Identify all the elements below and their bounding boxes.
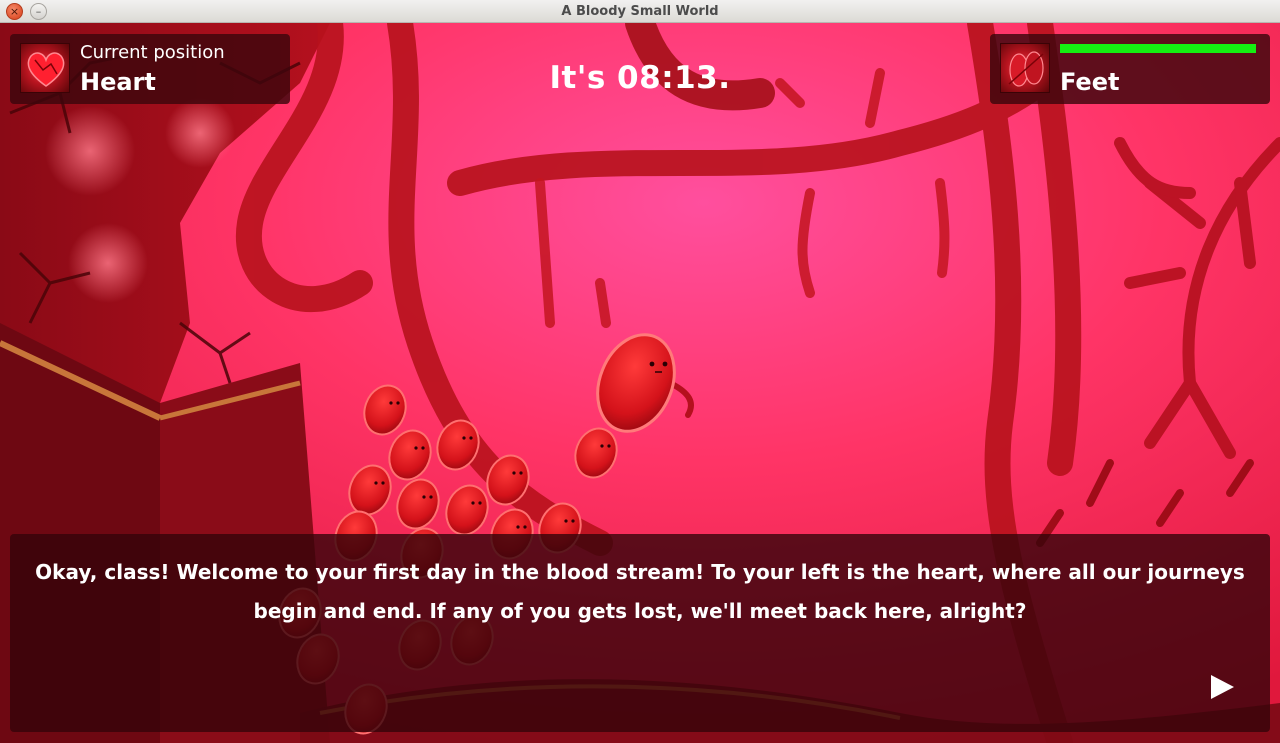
destination-panel: Feet (990, 34, 1270, 104)
minimize-window-button[interactable]: – (30, 3, 47, 20)
feet-thumbnail-icon (1000, 43, 1050, 93)
close-icon: × (9, 5, 20, 18)
position-value: Heart (80, 68, 156, 96)
game-window: × – A Bloody Small World Current positio… (0, 0, 1280, 743)
position-label: Current position (80, 42, 225, 63)
clock-text: It's 08:13. (549, 60, 731, 96)
close-window-button[interactable]: × (6, 3, 23, 20)
destination-value: Feet (1060, 68, 1120, 96)
window-title: A Bloody Small World (561, 3, 719, 19)
next-dialogue-button[interactable] (1208, 673, 1236, 701)
game-scene: Current position Heart It's 08:13. Feet … (0, 23, 1280, 743)
heart-thumbnail-icon (20, 43, 70, 93)
play-triangle-icon (1211, 675, 1234, 699)
dialogue-box[interactable]: Okay, class! Welcome to your first day i… (10, 534, 1270, 732)
energy-bar (1060, 44, 1256, 53)
energy-bar-fill (1060, 44, 1256, 53)
current-position-panel: Current position Heart (10, 34, 290, 104)
minimize-icon: – (35, 5, 42, 18)
dialogue-text: Okay, class! Welcome to your first day i… (35, 560, 1245, 623)
title-bar: × – A Bloody Small World (0, 0, 1280, 23)
